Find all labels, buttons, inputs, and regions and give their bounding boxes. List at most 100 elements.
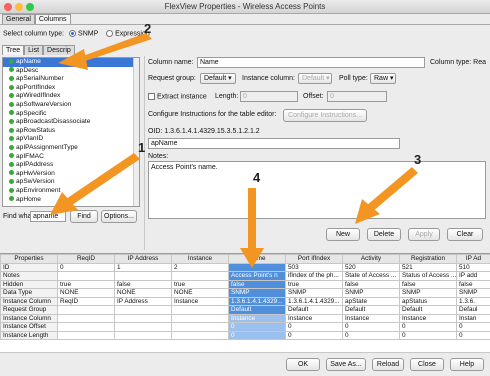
- table-cell[interactable]: 520: [342, 262, 400, 272]
- tree-item[interactable]: apRowStatus: [3, 127, 139, 136]
- close-button[interactable]: Close: [410, 358, 444, 371]
- grid-header[interactable]: IP Address: [114, 254, 172, 264]
- poll-type-select[interactable]: Raw ▾: [370, 73, 396, 84]
- table-cell[interactable]: [114, 330, 172, 340]
- table-cell[interactable]: 510: [456, 262, 490, 272]
- table-cell[interactable]: true: [57, 279, 115, 289]
- tab-general[interactable]: General: [2, 14, 35, 24]
- table-cell[interactable]: Instance: [228, 313, 286, 323]
- configure-instructions-button[interactable]: Configure Instructions...: [283, 109, 367, 122]
- grid-header[interactable]: Port ifIndex: [285, 254, 343, 264]
- table-cell[interactable]: 0: [342, 330, 400, 340]
- tree-scrollbar[interactable]: [133, 58, 139, 206]
- table-cell[interactable]: 503: [285, 262, 343, 272]
- apply-button[interactable]: Apply: [408, 228, 440, 241]
- grid-header[interactable]: Name: [228, 254, 286, 264]
- table-cell[interactable]: 0: [456, 322, 490, 332]
- oid-name-field[interactable]: apName: [148, 138, 400, 149]
- expression-radio[interactable]: [106, 30, 114, 37]
- tree-item[interactable]: apSpecific: [3, 110, 139, 119]
- table-cell[interactable]: Default: [285, 305, 343, 315]
- table-cell[interactable]: [228, 262, 286, 272]
- table-cell[interactable]: Instance: [171, 296, 229, 306]
- table-cell[interactable]: 0: [285, 330, 343, 340]
- table-row[interactable]: Instance Offset 0 0 0 0 0: [0, 322, 490, 332]
- table-row[interactable]: Data Type NONE NONE NONE SNMP SNMP SNMP SNMP SNM…: [0, 288, 490, 298]
- reload-button[interactable]: Reload: [372, 358, 404, 371]
- table-cell[interactable]: ifIndex of the ph...: [285, 271, 343, 281]
- table-cell[interactable]: [114, 322, 172, 332]
- table-cell[interactable]: IP add: [456, 271, 490, 281]
- table-cell[interactable]: SNMP: [228, 288, 286, 298]
- table-cell[interactable]: Instance: [342, 313, 400, 323]
- table-cell[interactable]: Access Point's n: [228, 271, 286, 281]
- tree-item[interactable]: apPortIfIndex: [3, 84, 139, 93]
- table-cell[interactable]: true: [285, 279, 343, 289]
- tree-item[interactable]: apSwVersion: [3, 178, 139, 187]
- table-cell[interactable]: SNMP: [399, 288, 457, 298]
- table-cell[interactable]: 1: [114, 262, 172, 272]
- close-window-icon[interactable]: [4, 3, 12, 11]
- grid-header[interactable]: Instance: [171, 254, 229, 264]
- table-cell[interactable]: 1.3.6.: [456, 296, 490, 306]
- table-cell[interactable]: false: [114, 279, 172, 289]
- snmp-radio[interactable]: [69, 30, 77, 37]
- table-cell[interactable]: 0: [456, 330, 490, 340]
- tree-item[interactable]: apVlanID: [3, 135, 139, 144]
- find-options-button[interactable]: Options...: [101, 210, 137, 223]
- grid-header[interactable]: Properties: [0, 254, 58, 264]
- table-cell[interactable]: [57, 305, 115, 315]
- table-cell[interactable]: false: [342, 279, 400, 289]
- table-cell[interactable]: SNMP: [456, 288, 490, 298]
- extract-instance-checkbox[interactable]: [148, 93, 155, 100]
- table-cell[interactable]: Status of Access ...: [399, 271, 457, 281]
- table-cell[interactable]: SNMP: [342, 288, 400, 298]
- tab-columns[interactable]: Columns: [34, 14, 71, 24]
- table-cell[interactable]: apState: [342, 296, 400, 306]
- table-cell[interactable]: Instance: [399, 313, 457, 323]
- table-cell[interactable]: [171, 305, 229, 315]
- table-row[interactable]: Request Group Default Default Default Defaul…: [0, 305, 490, 315]
- table-cell[interactable]: [57, 322, 115, 332]
- new-button[interactable]: New: [326, 228, 360, 241]
- table-cell[interactable]: apStatus: [399, 296, 457, 306]
- table-cell[interactable]: 0: [399, 330, 457, 340]
- table-row[interactable]: Notes Access Point's n ifIndex of the ph..…: [0, 271, 490, 281]
- tree-item[interactable]: apBroadcastDisassociate: [3, 118, 139, 127]
- table-cell[interactable]: State of Access ...: [342, 271, 400, 281]
- tab-tree[interactable]: Tree: [2, 45, 25, 55]
- table-row[interactable]: ID 0 1 2 503 520 521 510: [0, 262, 490, 272]
- zoom-window-icon[interactable]: [26, 3, 34, 11]
- table-cell[interactable]: [114, 271, 172, 281]
- table-row[interactable]: Hidden true false true false true false false fa…: [0, 279, 490, 289]
- table-row[interactable]: Instance Column ReqID IP Address Instance 1.…: [0, 296, 490, 306]
- tree-item[interactable]: apSoftwareVersion: [3, 101, 139, 110]
- table-cell[interactable]: [171, 322, 229, 332]
- table-cell[interactable]: NONE: [57, 288, 115, 298]
- table-cell[interactable]: Defaul: [456, 305, 490, 315]
- table-cell[interactable]: false: [399, 279, 457, 289]
- table-cell[interactable]: 2: [171, 262, 229, 272]
- table-cell[interactable]: NONE: [171, 288, 229, 298]
- grid-header[interactable]: ReqID: [57, 254, 115, 264]
- find-button[interactable]: Find: [70, 210, 98, 223]
- table-cell[interactable]: [114, 305, 172, 315]
- length-input[interactable]: 0: [240, 91, 298, 102]
- notes-textarea[interactable]: Access Point's name.: [148, 161, 486, 219]
- table-cell[interactable]: Default: [399, 305, 457, 315]
- grid-header[interactable]: Activity: [342, 254, 400, 264]
- tree-item[interactable]: apDesc: [3, 67, 139, 76]
- save-as-button[interactable]: Save As...: [326, 358, 366, 371]
- find-input[interactable]: apname: [30, 211, 66, 222]
- tree-item[interactable]: apHome: [3, 196, 139, 205]
- tree-item[interactable]: apName: [3, 58, 139, 67]
- tree-item[interactable]: apIFMAC: [3, 153, 139, 162]
- mib-tree[interactable]: apName apDesc apSerialNumber apPortIfInd…: [2, 57, 140, 207]
- table-cell[interactable]: Instance: [285, 313, 343, 323]
- table-cell[interactable]: false: [228, 279, 286, 289]
- tree-item[interactable]: apHwVersion: [3, 170, 139, 179]
- grid-header[interactable]: Registration: [399, 254, 457, 264]
- table-row[interactable]: Instance Length 0 0 0 0 0: [0, 330, 490, 340]
- minimize-window-icon[interactable]: [15, 3, 23, 11]
- column-name-input[interactable]: Name: [197, 57, 425, 68]
